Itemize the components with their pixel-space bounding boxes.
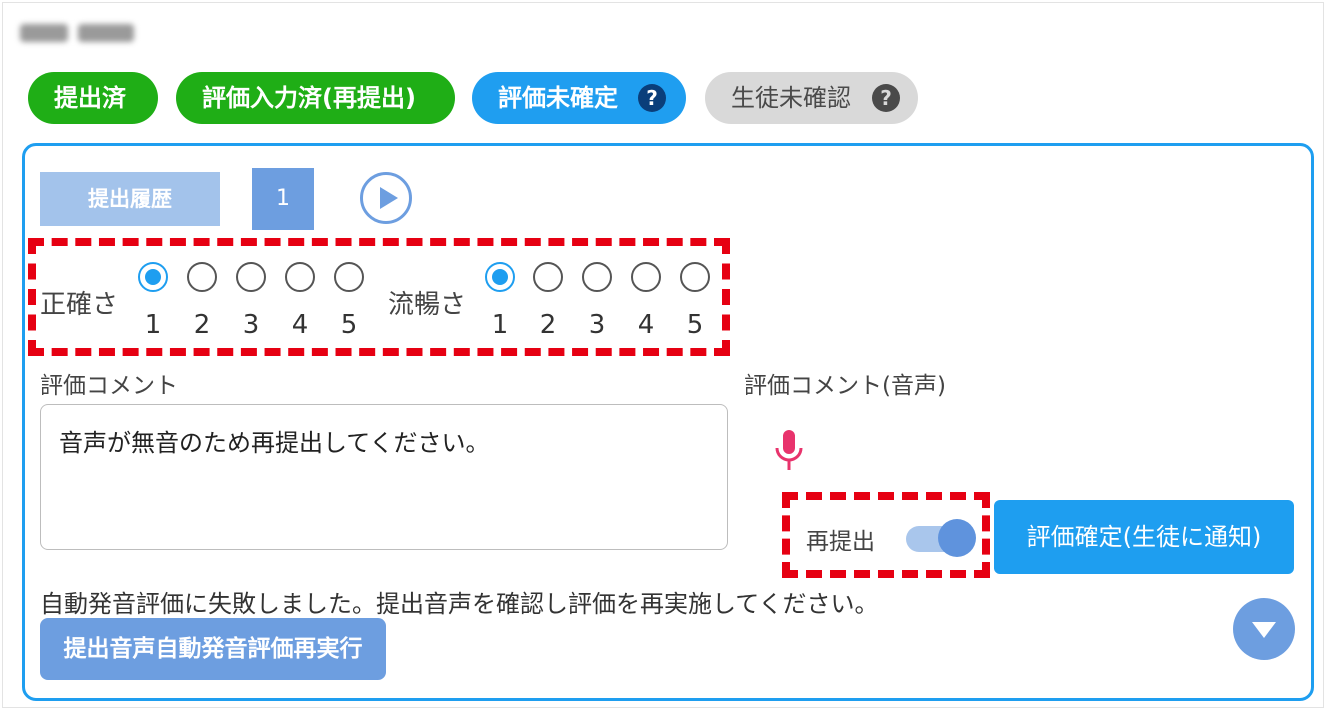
accuracy-option-4: 4 (291, 310, 309, 340)
accuracy-option-2: 2 (193, 310, 211, 340)
fluency-option-5: 5 (686, 310, 704, 340)
status-pill-unconfirmed: 評価未確定 ? (472, 72, 686, 124)
fluency-radio-2[interactable] (533, 262, 563, 292)
retry-auto-evaluation-button[interactable]: 提出音声自動発音評価再実行 (40, 618, 386, 680)
resubmit-label: 再提出 (806, 529, 875, 555)
rating-highlight (28, 238, 730, 356)
submission-history-button[interactable]: 提出履歴 (40, 172, 220, 226)
accuracy-label: 正確さ (40, 290, 119, 320)
comment-label: 評価コメント (40, 373, 178, 399)
fluency-label: 流暢さ (388, 290, 467, 320)
accuracy-radio-1[interactable] (138, 262, 168, 292)
status-pill-student-unchecked: 生徒未確認 ? (705, 72, 918, 124)
play-circle-icon[interactable] (360, 172, 412, 224)
fluency-radio-3[interactable] (582, 262, 612, 292)
fluency-option-4: 4 (637, 310, 655, 340)
microphone-icon[interactable] (774, 430, 804, 472)
help-icon[interactable]: ? (638, 84, 666, 112)
accuracy-option-1: 1 (144, 310, 162, 340)
status-pill-submitted-label: 提出済 (54, 84, 126, 112)
accuracy-radio-5[interactable] (334, 262, 364, 292)
fluency-option-2: 2 (539, 310, 557, 340)
student-name-blurred (20, 22, 160, 52)
status-pill-student-unchecked-label: 生徒未確認 (731, 84, 851, 112)
accuracy-option-5: 5 (340, 310, 358, 340)
accuracy-radio-4[interactable] (285, 262, 315, 292)
status-pill-unconfirmed-label: 評価未確定 (498, 84, 618, 112)
status-pill-submitted: 提出済 (28, 72, 158, 124)
chevron-down-circle-icon[interactable] (1233, 598, 1295, 660)
history-page-number[interactable]: 1 (252, 168, 314, 230)
accuracy-option-3: 3 (242, 310, 260, 340)
fluency-radio-5[interactable] (680, 262, 710, 292)
voice-comment-label: 評価コメント(音声) (744, 373, 946, 399)
accuracy-radio-3[interactable] (236, 262, 266, 292)
accuracy-radio-2[interactable] (187, 262, 217, 292)
comment-textarea[interactable]: 音声が無音のため再提出してください。 (40, 404, 728, 550)
status-pill-evaluated-label: 評価入力済(再提出) (202, 84, 416, 112)
status-pill-evaluated: 評価入力済(再提出) (176, 72, 455, 124)
confirm-evaluation-button[interactable]: 評価確定(生徒に通知) (994, 500, 1294, 574)
fluency-option-1: 1 (491, 310, 509, 340)
help-icon[interactable]: ? (872, 84, 900, 112)
fluency-radio-4[interactable] (631, 262, 661, 292)
fluency-option-3: 3 (588, 310, 606, 340)
error-message: 自動発音評価に失敗しました。提出音声を確認し評価を再実施してください。 (40, 590, 879, 618)
fluency-radio-1[interactable] (485, 262, 515, 292)
resubmit-toggle-knob[interactable] (938, 519, 976, 557)
